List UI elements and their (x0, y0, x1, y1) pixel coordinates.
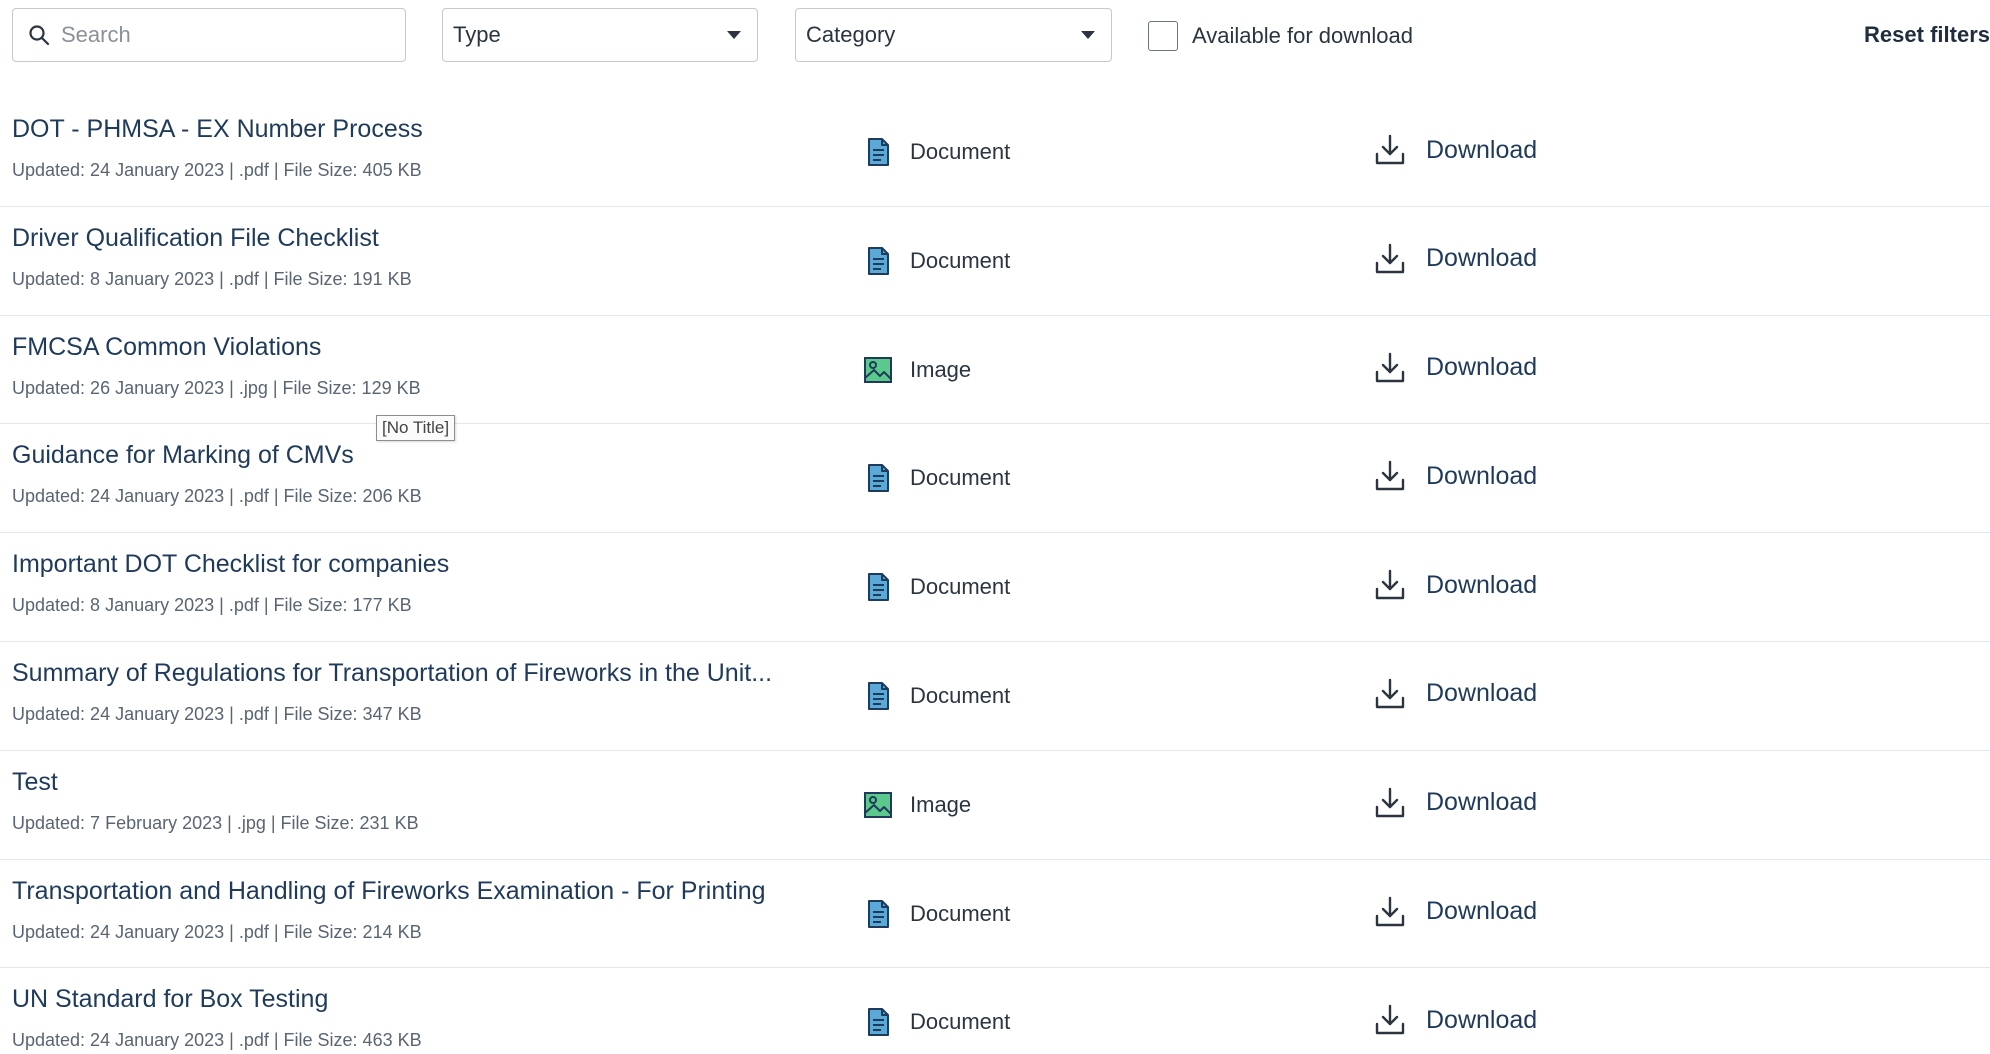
file-title-link[interactable]: Important DOT Checklist for companies (12, 550, 449, 579)
download-label: Download (1426, 353, 1538, 382)
download-icon (1375, 569, 1405, 600)
file-type-label: Document (910, 574, 1011, 600)
category-select[interactable]: Category (795, 8, 1112, 62)
download-icon (1375, 896, 1405, 926)
file-type-label: Image (910, 791, 972, 817)
list-item: Guidance for Marking of CMVs Updated: 24… (0, 424, 1990, 534)
download-label: Download (1426, 461, 1538, 490)
filter-bar: Type Category Available for download Res… (0, 0, 1990, 70)
reset-filters-link[interactable]: Reset filters (1864, 22, 1990, 48)
file-type: Document (862, 898, 1010, 930)
file-type-label: Document (910, 1009, 1011, 1035)
file-meta: Updated: 24 January 2023 | .pdf | File S… (12, 486, 422, 507)
download-icon (1375, 134, 1405, 165)
file-title-link[interactable]: DOT - PHMSA - EX Number Process (12, 115, 423, 144)
file-meta: Updated: 24 January 2023 | .pdf | File S… (12, 160, 422, 180)
download-button[interactable]: Download (1372, 676, 1537, 712)
category-select-label: Category (806, 22, 896, 47)
file-type-label: Document (910, 465, 1011, 491)
available-checkbox-label: Available for download (1192, 23, 1413, 48)
document-icon (868, 681, 889, 710)
document-icon (868, 1008, 889, 1037)
tooltip: [No Title] (376, 415, 456, 441)
download-button[interactable]: Download (1372, 785, 1537, 821)
list-item: Test Updated: 7 February 2023 | .jpg | F… (0, 751, 1990, 860)
file-meta: Updated: 24 January 2023 | .pdf | File S… (12, 921, 422, 942)
file-type-label: Document (910, 682, 1011, 708)
file-title-link[interactable]: Guidance for Marking of CMVs (12, 441, 354, 470)
download-button[interactable]: Download (1372, 241, 1537, 277)
file-type: Document (862, 1006, 1010, 1038)
file-type-label: Document (910, 900, 1011, 926)
download-label: Download (1426, 244, 1538, 273)
search-box[interactable] (12, 8, 406, 62)
file-type-label: Document (910, 247, 1011, 273)
download-icon (1375, 243, 1405, 273)
file-title-link[interactable]: Summary of Regulations for Transportatio… (12, 659, 772, 688)
file-title-link[interactable]: Transportation and Handling of Fireworks… (12, 877, 766, 906)
list-item: Driver Qualification File Checklist Upda… (0, 207, 1990, 316)
list-item: Transportation and Handling of Fireworks… (0, 860, 1990, 969)
list-item: FMCSA Common Violations Updated: 26 Janu… (0, 316, 1990, 425)
list-item: DOT - PHMSA - EX Number Process Updated:… (0, 98, 1990, 207)
document-icon (868, 246, 889, 275)
file-type-label: Document (910, 139, 1011, 164)
file-type: Document (862, 571, 1010, 603)
download-icon (1375, 352, 1405, 382)
file-meta: Updated: 8 January 2023 | .pdf | File Si… (12, 268, 412, 289)
available-filter[interactable]: Available for download (1148, 20, 1413, 52)
download-button[interactable]: Download (1372, 458, 1537, 494)
download-button[interactable]: Download (1372, 894, 1537, 930)
download-button[interactable]: Download (1372, 132, 1537, 168)
document-icon (868, 138, 889, 166)
type-select[interactable]: Type (442, 8, 758, 62)
download-label: Download (1426, 570, 1538, 599)
caret-down-icon (727, 31, 741, 39)
list-item: Important DOT Checklist for companies Up… (0, 533, 1990, 642)
file-type: Document (862, 462, 1010, 494)
file-meta: Updated: 8 January 2023 | .pdf | File Si… (12, 595, 412, 616)
download-label: Download (1426, 1005, 1538, 1034)
file-meta: Updated: 24 January 2023 | .pdf | File S… (12, 1030, 422, 1051)
type-select-label: Type (453, 22, 501, 47)
list-item: UN Standard for Box Testing Updated: 24 … (0, 968, 1990, 1054)
download-label: Download (1426, 788, 1538, 817)
file-type: Document (862, 245, 1010, 277)
download-button[interactable]: Download (1372, 1002, 1537, 1038)
list-item: Summary of Regulations for Transportatio… (0, 642, 1990, 751)
file-type: Document (862, 680, 1010, 712)
file-meta: Updated: 24 January 2023 | .pdf | File S… (12, 703, 422, 724)
search-input[interactable] (61, 22, 381, 48)
caret-down-icon (1081, 31, 1095, 39)
document-icon (868, 573, 889, 602)
file-type-label: Image (910, 356, 972, 382)
download-label: Download (1426, 135, 1538, 164)
file-title-link[interactable]: UN Standard for Box Testing (12, 985, 328, 1014)
document-icon (868, 899, 889, 928)
resource-library-page: Type Category Available for download Res… (0, 0, 1990, 1054)
image-icon (864, 356, 892, 383)
download-icon (1375, 461, 1405, 491)
download-label: Download (1426, 679, 1538, 708)
download-button[interactable]: Download (1372, 350, 1537, 386)
download-icon (1375, 787, 1405, 817)
file-type: Image (862, 789, 971, 821)
file-type: Image (862, 354, 971, 386)
download-icon (1375, 1005, 1405, 1035)
document-icon (868, 464, 889, 493)
file-title-link[interactable]: Driver Qualification File Checklist (12, 224, 379, 253)
file-type: Document (862, 136, 1010, 168)
image-icon (864, 791, 892, 818)
download-icon (1375, 678, 1405, 709)
download-label: Download (1426, 897, 1538, 926)
file-meta: Updated: 7 February 2023 | .jpg | File S… (12, 812, 419, 833)
file-title-link[interactable]: FMCSA Common Violations (12, 333, 321, 362)
available-checkbox[interactable] (1148, 21, 1178, 51)
search-icon (29, 25, 50, 46)
file-list: DOT - PHMSA - EX Number Process Updated:… (0, 98, 1990, 1054)
download-button[interactable]: Download (1372, 567, 1537, 603)
file-meta: Updated: 26 January 2023 | .jpg | File S… (12, 377, 421, 398)
file-title-link[interactable]: Test (12, 768, 58, 797)
